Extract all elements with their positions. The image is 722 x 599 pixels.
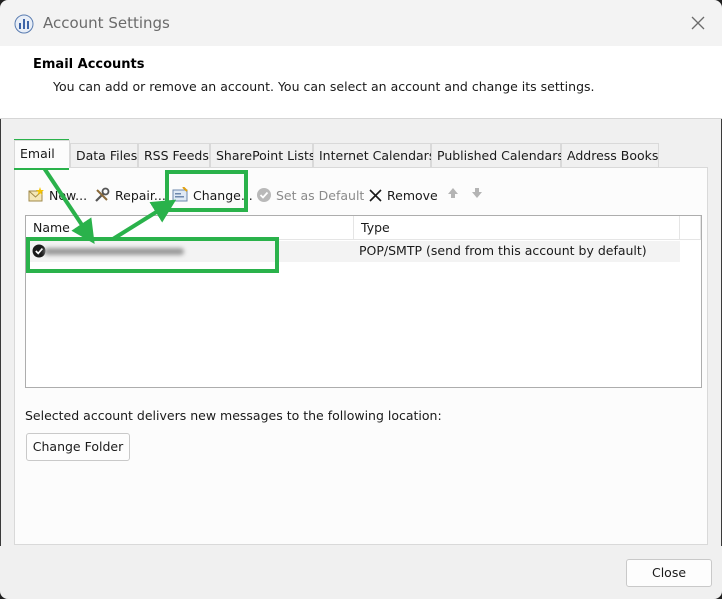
change-account-icon [172, 187, 188, 202]
remove-x-icon [369, 188, 382, 202]
tab-sharepoint-lists[interactable]: SharePoint Lists [210, 143, 315, 167]
delivery-location-label: Selected account delivers new messages t… [25, 408, 442, 423]
change-account-button[interactable]: Change... [172, 185, 253, 205]
new-account-label: New... [49, 187, 88, 203]
account-settings-app-icon [14, 14, 34, 34]
column-header-filler [680, 216, 701, 240]
close-button[interactable]: Close [626, 559, 712, 587]
change-folder-button[interactable]: Change Folder [26, 433, 130, 461]
account-settings-dialog: Account Settings Email Accounts You can … [0, 0, 722, 599]
move-down-icon[interactable] [471, 187, 483, 199]
tab-email[interactable]: Email [14, 140, 70, 168]
account-row[interactable]: POP/SMTP (send from this account by defa… [26, 241, 680, 262]
set-default-check-icon [257, 188, 271, 202]
remove-account-button[interactable]: Remove [368, 185, 438, 205]
close-icon[interactable] [690, 15, 706, 31]
column-header-type[interactable]: Type [354, 216, 680, 240]
dialog-footer [0, 546, 722, 599]
redacted-account-name [44, 248, 184, 255]
header-title: Email Accounts [33, 57, 145, 72]
account-type-cell: POP/SMTP (send from this account by defa… [359, 243, 647, 258]
tab-data-files[interactable]: Data Files [70, 143, 138, 167]
change-account-label: Change... [193, 187, 253, 203]
new-account-icon [28, 187, 44, 202]
tab-published-calendars[interactable]: Published Calendars [431, 143, 564, 167]
window-title: Account Settings [43, 14, 170, 32]
new-account-button[interactable]: New... [28, 185, 87, 205]
tab-internet-calendars[interactable]: Internet Calendars [313, 143, 435, 167]
column-header-name[interactable]: Name [26, 216, 354, 240]
remove-account-label: Remove [387, 187, 438, 203]
repair-tools-icon [95, 187, 110, 202]
tab-rss-feeds[interactable]: RSS Feeds [138, 143, 210, 167]
header-description: You can add or remove an account. You ca… [53, 79, 595, 94]
dialog-header: Email Accounts You can add or remove an … [0, 46, 722, 119]
repair-account-label: Repair... [115, 187, 166, 203]
repair-account-button[interactable]: Repair... [94, 185, 166, 205]
set-as-default-button[interactable]: Set as Default [256, 185, 364, 205]
accounts-list[interactable]: Name Type POP/SMTP (send from this accou… [25, 215, 702, 388]
tab-address-books[interactable]: Address Books [561, 143, 659, 167]
set-as-default-label: Set as Default [276, 187, 365, 203]
move-up-icon[interactable] [447, 187, 459, 199]
title-bar: Account Settings [0, 0, 722, 46]
